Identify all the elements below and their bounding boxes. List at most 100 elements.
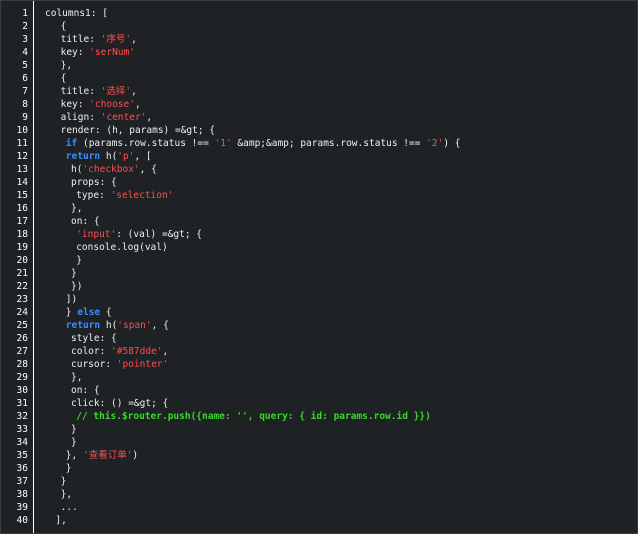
- code-line: 32 // this.$router.push({name: '', query:…: [1, 410, 637, 423]
- code-token: console.log(val): [76, 242, 168, 253]
- code-text: console.log(val): [76, 241, 168, 254]
- code-line: 36}: [1, 462, 637, 475]
- code-token: {: [60, 21, 67, 32]
- code-token: }: [65, 463, 72, 474]
- code-token: ...: [60, 502, 78, 513]
- code-text: render: (h, params) =&gt; {: [61, 124, 215, 137]
- string-token: '1': [214, 138, 232, 149]
- line-number: 31: [16, 398, 28, 409]
- line-number: 34: [16, 437, 28, 448]
- code-editor[interactable]: 1 columns1: [2{3 title: '序号', 4 key: 'serNum…: [0, 0, 638, 534]
- line-number: 20: [16, 255, 28, 266]
- code-token: color:: [71, 346, 112, 357]
- line-number: 33: [16, 424, 28, 435]
- line-number: 19: [16, 242, 28, 253]
- code-text: on: {: [71, 215, 100, 228]
- code-token: on: {: [71, 385, 100, 396]
- line-number: 14: [16, 177, 28, 188]
- code-text: },: [71, 371, 82, 384]
- line-number: 24: [16, 307, 28, 318]
- code-line: 29},: [1, 371, 637, 384]
- line-number: 4: [22, 47, 28, 58]
- code-token: ]): [65, 294, 78, 305]
- string-token: '#587dde': [111, 346, 163, 357]
- line-number: 13: [16, 164, 28, 175]
- code-token: &amp;&amp; params.row.status !==: [231, 138, 427, 149]
- code-token: },: [65, 450, 83, 461]
- code-text: style: {: [71, 332, 117, 345]
- line-number: 22: [16, 281, 28, 292]
- code-text: cursor: 'pointer': [71, 358, 168, 371]
- code-line: 20}: [1, 254, 637, 267]
- code-token: }: [71, 268, 77, 279]
- code-text: {: [61, 20, 67, 33]
- line-number: 2: [22, 21, 28, 32]
- string-token: 'p': [117, 151, 135, 162]
- line-number: 15: [16, 190, 28, 201]
- string-token: 'serNum': [89, 47, 135, 58]
- code-token: ,: [131, 34, 137, 45]
- line-number: 11: [16, 138, 28, 149]
- code-line: 18 'input': (val) =&gt; {: [1, 228, 637, 241]
- code-line: 38},: [1, 488, 637, 501]
- code-token: },: [60, 60, 73, 71]
- line-number: 12: [16, 151, 28, 162]
- code-line: 16},: [1, 202, 637, 215]
- code-token: key:: [60, 99, 90, 110]
- line-number: 26: [16, 333, 28, 344]
- line-number: 17: [16, 216, 28, 227]
- code-text: return h('p', [: [66, 150, 152, 163]
- code-line: 34}: [1, 436, 637, 449]
- code-text: return h('span', {: [66, 319, 169, 332]
- code-text: type: 'selection': [76, 189, 173, 202]
- code-line: 9 align: 'center',: [1, 111, 637, 124]
- code-text: key: 'choose',: [61, 98, 141, 111]
- code-text: key: 'serNum': [61, 46, 135, 59]
- code-line: 8 key: 'choose',: [1, 98, 637, 111]
- code-token: props: {: [71, 177, 117, 188]
- code-line: 19 console.log(val): [1, 241, 637, 254]
- line-number: 6: [22, 73, 28, 84]
- code-text: }: [61, 475, 67, 488]
- code-text: }: [71, 423, 77, 436]
- code-token: title:: [60, 34, 101, 45]
- code-line: 35}, '查看订单'): [1, 449, 637, 462]
- code-token: }: [65, 307, 78, 318]
- line-number: 16: [16, 203, 28, 214]
- code-token: , {: [139, 164, 157, 175]
- code-token: }: [71, 437, 77, 448]
- string-token: 'choose': [89, 99, 135, 110]
- line-number: 38: [16, 489, 28, 500]
- code-token: , [: [134, 151, 152, 162]
- code-text: }: [66, 462, 72, 475]
- code-token: ) {: [443, 138, 461, 149]
- code-token: : (val) =&gt; {: [116, 229, 203, 240]
- code-token: }: [76, 255, 82, 266]
- line-number: 40: [16, 515, 28, 526]
- string-token: '选择': [100, 86, 132, 97]
- code-line: 25 return h('span', {: [1, 319, 637, 332]
- code-line: 28 cursor: 'pointer': [1, 358, 637, 371]
- code-text: },: [61, 59, 72, 72]
- code-token: cursor:: [71, 359, 117, 370]
- code-token: type:: [76, 190, 111, 201]
- code-token: ,: [134, 99, 141, 110]
- code-token: on: {: [71, 216, 100, 227]
- code-line: 14 props: {: [1, 176, 637, 189]
- code-text: },: [71, 202, 82, 215]
- line-number: 25: [16, 320, 28, 331]
- code-line: 15 type: 'selection': [1, 189, 637, 202]
- keyword-token: else: [77, 307, 101, 318]
- code-text: h('checkbox', {: [71, 163, 157, 176]
- line-number: 10: [16, 125, 28, 136]
- code-token: },: [71, 203, 83, 214]
- code-token: ,: [162, 346, 169, 357]
- code-text: ...: [61, 501, 78, 514]
- string-token: '序号': [100, 34, 132, 45]
- code-line: 23]): [1, 293, 637, 306]
- code-token: }: [71, 424, 77, 435]
- code-text: click: () =&gt; {: [71, 397, 168, 410]
- line-number: 3: [22, 34, 28, 45]
- code-token: render: (h, params) =&gt; {: [60, 125, 216, 136]
- code-text: columns1: [: [45, 7, 108, 20]
